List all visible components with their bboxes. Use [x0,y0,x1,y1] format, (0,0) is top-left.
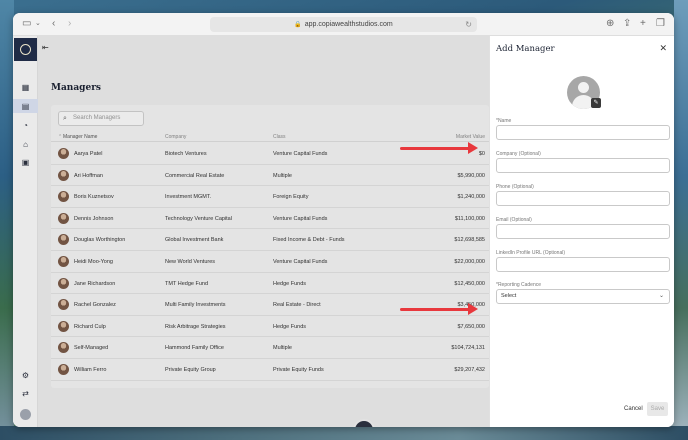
reload-icon[interactable]: ↻ [465,17,472,32]
desktop-wallpaper-right [674,0,688,440]
cancel-button[interactable]: Cancel [624,406,643,412]
allocation-icon[interactable]: ◔ [13,118,38,132]
panel-title: Add Manager [496,44,555,54]
app-area: ▦ ▤ ◔ ⌂ ▣ ⚙ ⇄ ⇤ Managers ⌕ Search Manage… [13,36,674,427]
company-label: Company (Optional) [496,151,541,157]
email-label: Email (Optional) [496,217,532,223]
chevron-down-icon: ⌄ [658,293,664,299]
reporting-cadence-select[interactable]: Select ⌄ [496,289,670,304]
phone-label: Phone (Optional) [496,184,534,190]
linkedin-field[interactable] [496,257,670,272]
settings-gear-icon[interactable]: ⚙ [13,368,38,382]
browser-window: ▭ ⌄ ‹ › 🔒 app.copiawealthstudios.com ↻ ⊕ … [13,13,674,427]
managers-icon[interactable]: ▤ [13,99,38,113]
chevron-down-icon[interactable]: ⌄ [35,18,41,30]
avatar-head [578,82,589,93]
logo-mark-icon [20,44,31,55]
name-field[interactable] [496,125,670,140]
cadence-selected-value: Select [501,293,517,299]
annotation-arrow-icon [400,142,478,154]
modal-backdrop[interactable] [38,36,489,427]
dashboard-icon[interactable]: ▦ [13,80,38,94]
company-field[interactable] [496,158,670,173]
switch-icon[interactable]: ⇄ [13,386,38,400]
close-icon[interactable]: ✕ [659,43,667,54]
app-logo[interactable] [14,38,37,61]
back-icon[interactable]: ‹ [52,18,55,30]
annotation-arrow-icon [400,303,478,315]
phone-field[interactable] [496,191,670,206]
user-avatar[interactable] [20,409,31,420]
new-tab-icon[interactable]: + [640,18,646,30]
left-nav: ▦ ▤ ◔ ⌂ ▣ ⚙ ⇄ [13,36,38,427]
url-text: app.copiawealthstudios.com [304,21,393,28]
briefcase-icon[interactable]: ▣ [13,155,38,169]
download-icon[interactable]: ⊕ [606,18,614,30]
add-manager-panel: Add Manager ✕ ✎ *Name Company (Optional)… [489,36,674,427]
name-label: *Name [496,118,512,124]
desktop-wallpaper-left [0,0,14,440]
save-button[interactable]: Save [647,402,668,416]
share-icon[interactable]: ⇪ [623,18,631,30]
sidebar-toggle-icon[interactable]: ▭ [22,18,31,30]
bank-icon[interactable]: ⌂ [13,137,38,151]
cadence-label: *Reporting Cadence [496,282,542,288]
desktop-wallpaper-bottom [0,426,688,440]
forward-icon[interactable]: › [68,18,71,30]
main-content: ⇤ Managers ⌕ Search Managers ⌃ Manager N… [38,36,489,427]
linkedin-label: LinkedIn Profile URL (Optional) [496,250,566,256]
address-bar[interactable]: 🔒 app.copiawealthstudios.com ↻ [210,17,477,32]
tabs-overview-icon[interactable]: ❐ [656,18,665,30]
email-field[interactable] [496,224,670,239]
lock-icon: 🔒 [294,22,302,28]
edit-pencil-icon[interactable]: ✎ [591,98,601,108]
browser-toolbar: ▭ ⌄ ‹ › 🔒 app.copiawealthstudios.com ↻ ⊕ … [13,13,674,36]
